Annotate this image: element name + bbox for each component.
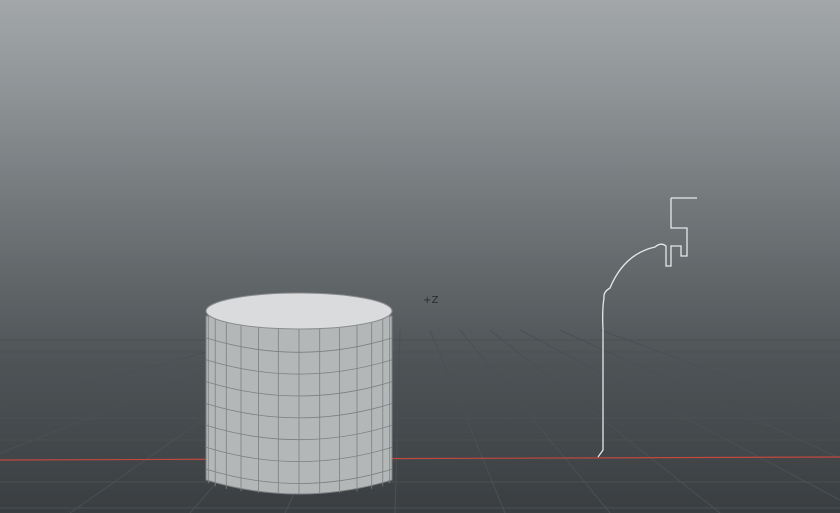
grid-line <box>599 329 840 419</box>
axis-label: +Z <box>423 295 439 306</box>
3d-viewport[interactable]: +Z <box>0 0 840 513</box>
grid-line <box>489 329 721 513</box>
ground-grid <box>0 329 840 513</box>
grid-line <box>519 329 840 501</box>
cylinder-top-cap[interactable] <box>205 292 393 330</box>
grid-line <box>394 329 401 513</box>
x-axis-line <box>0 456 840 461</box>
viewport-scene[interactable] <box>0 0 840 513</box>
grid-line <box>429 329 506 513</box>
cylinder-mesh[interactable] <box>205 292 393 495</box>
grid-line <box>559 329 840 459</box>
grid-line <box>459 329 611 513</box>
